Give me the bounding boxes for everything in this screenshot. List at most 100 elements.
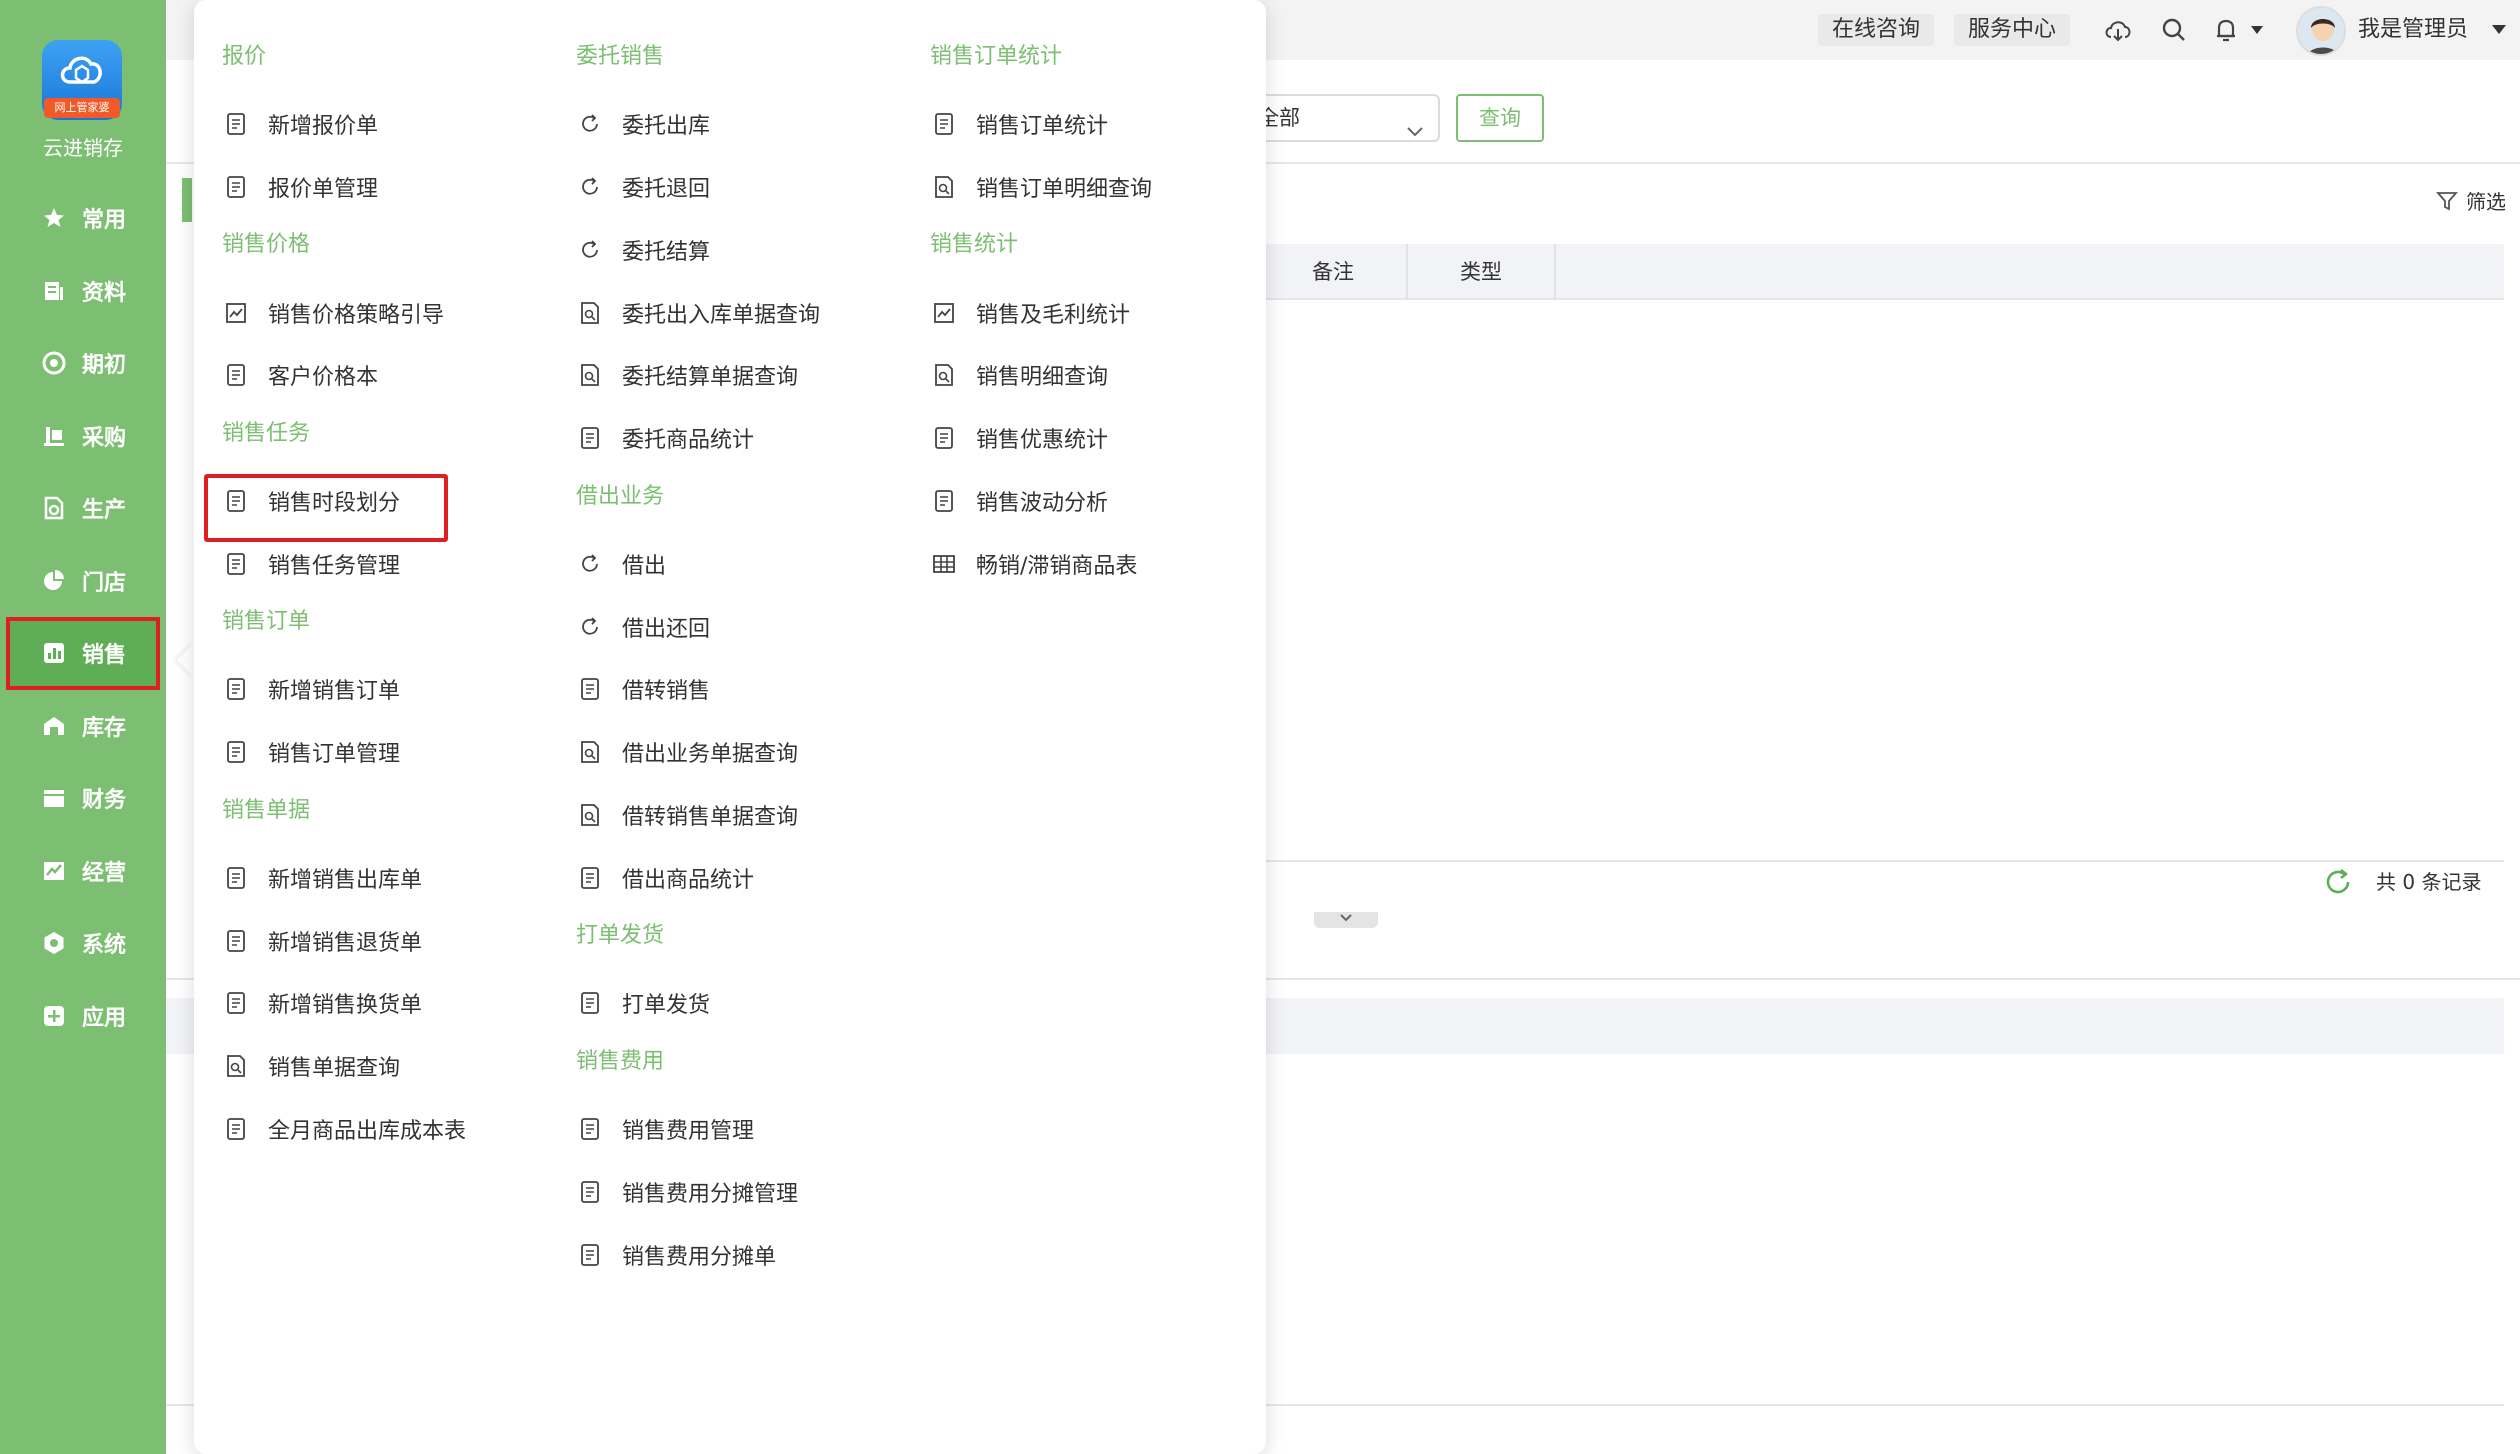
sidebar-item-采购[interactable]: 采购 [0, 400, 166, 473]
app-logo[interactable]: 网上管家婆 [42, 40, 122, 120]
menu-item-label: 借出还回 [622, 616, 711, 642]
menu-item[interactable]: 销售订单明细查询 [930, 156, 1270, 219]
menu-item[interactable]: 委托结算单据查询 [576, 344, 916, 407]
menu-item[interactable]: 借转销售 [576, 658, 916, 721]
menu-item[interactable]: 新增销售出库单 [222, 846, 562, 909]
filter-button[interactable]: 筛选 [2436, 186, 2506, 215]
service-center-link[interactable]: 服务中心 [1954, 14, 2071, 46]
status-select[interactable]: 全部 [1240, 94, 1440, 142]
menu-group-title: 打单发货 [576, 923, 665, 949]
menu-item[interactable]: 委托出入库单据查询 [576, 281, 916, 344]
search-document-icon [930, 361, 958, 389]
refresh-icon[interactable] [2322, 866, 2354, 902]
menu-item[interactable]: 委托退回 [576, 156, 916, 219]
menu-item-label: 打单发货 [622, 993, 711, 1019]
menu-item[interactable]: 销售及毛利统计 [930, 281, 1270, 344]
menu-item[interactable]: 借出还回 [576, 595, 916, 658]
sidebar-item-生产[interactable]: 生产 [0, 472, 166, 545]
menu-item[interactable]: 客户价格本 [222, 344, 562, 407]
menu-item[interactable]: 新增销售订单 [222, 658, 562, 721]
sidebar-item-label: 库存 [82, 715, 127, 741]
menu-item[interactable]: 销售波动分析 [930, 470, 1270, 533]
search-icon[interactable] [2158, 14, 2190, 46]
menu-item-label: 借转销售单据查询 [622, 804, 799, 830]
table-header: 备注 类型 [1260, 244, 2504, 300]
menu-item[interactable]: 销售优惠统计 [930, 407, 1270, 470]
document-icon [576, 864, 604, 892]
menu-item[interactable]: 借出业务单据查询 [576, 721, 916, 784]
menu-item[interactable]: 委托结算 [576, 218, 916, 281]
menu-item[interactable]: 销售费用管理 [576, 1098, 916, 1161]
sidebar-item-常用[interactable]: 常用 [0, 182, 166, 255]
menu-item[interactable]: 销售价格策略引导 [222, 281, 562, 344]
menu-item[interactable]: 委托出库 [576, 93, 916, 156]
bar-chart-icon [42, 641, 66, 665]
menu-item[interactable]: 销售费用分摊管理 [576, 1160, 916, 1223]
menu-item[interactable]: 销售任务管理 [222, 532, 562, 595]
query-button[interactable]: 查询 [1456, 94, 1544, 142]
sidebar-item-label: 生产 [82, 498, 127, 524]
user-caret-icon[interactable] [2492, 25, 2506, 34]
menu-item-label: 销售费用分摊管理 [622, 1181, 799, 1207]
menu-item[interactable]: 借转销售单据查询 [576, 784, 916, 847]
menu-item-label: 借出 [622, 553, 667, 579]
chart-icon [222, 299, 250, 327]
menu-item-label: 畅销/滞销商品表 [976, 553, 1138, 579]
menu-group-title: 委托销售 [576, 44, 665, 69]
menu-item-label: 委托退回 [622, 176, 711, 202]
sidebar-item-label: 财务 [82, 788, 127, 814]
menu-item-label: 委托结算单据查询 [622, 365, 799, 391]
menu-item[interactable]: 新增报价单 [222, 93, 562, 156]
sidebar-item-应用[interactable]: 应用 [0, 980, 166, 1053]
menu-item[interactable]: 借出 [576, 532, 916, 595]
chevron-down-icon [1406, 110, 1424, 154]
document-icon [576, 675, 604, 703]
sidebar-item-期初[interactable]: 期初 [0, 327, 166, 400]
avatar[interactable] [2296, 6, 2346, 56]
menu-item-label: 借出商品统计 [622, 867, 755, 893]
menu-item[interactable]: 畅销/滞销商品表 [930, 532, 1270, 595]
menu-item-label: 销售订单管理 [268, 742, 401, 768]
search-document-icon [930, 173, 958, 201]
sidebar-item-库存[interactable]: 库存 [0, 690, 166, 763]
app-name: 云进销存 [43, 136, 123, 160]
search-document-icon [576, 299, 604, 327]
document-icon [222, 361, 250, 389]
sidebar-item-销售[interactable]: 销售 [6, 617, 160, 690]
sidebar-item-系统[interactable]: 系统 [0, 907, 166, 980]
menu-item[interactable]: 借出商品统计 [576, 846, 916, 909]
menu-item[interactable]: 销售订单管理 [222, 721, 562, 784]
document-icon [930, 424, 958, 452]
sidebar-item-门店[interactable]: 门店 [0, 545, 166, 618]
menu-item[interactable]: 销售费用分摊单 [576, 1223, 916, 1286]
menu-item-label: 新增销售换货单 [268, 993, 423, 1019]
menu-item[interactable]: 销售时段划分 [204, 470, 562, 542]
bell-icon[interactable] [2210, 14, 2242, 46]
menu-item[interactable]: 销售订单统计 [930, 93, 1270, 156]
sidebar-item-财务[interactable]: 财务 [0, 762, 166, 835]
sidebar-item-经营[interactable]: 经营 [0, 835, 166, 908]
menu-item[interactable]: 委托商品统计 [576, 407, 916, 470]
menu-item[interactable]: 全月商品出库成本表 [222, 1098, 562, 1161]
cloud-download-icon[interactable] [2102, 14, 2134, 46]
menu-item-label: 销售价格策略引导 [268, 302, 445, 328]
menu-item[interactable]: 销售单据查询 [222, 1035, 562, 1098]
cycle-icon [576, 236, 604, 264]
chart-icon [930, 299, 958, 327]
menu-item[interactable]: 打单发货 [576, 972, 916, 1035]
menu-item[interactable]: 报价单管理 [222, 156, 562, 219]
online-consult-link[interactable]: 在线咨询 [1818, 14, 1935, 46]
menu-group-title: 销售单据 [222, 797, 311, 823]
sidebar-item-label: 期初 [82, 353, 127, 379]
column-header-remark[interactable]: 备注 [1260, 244, 1408, 300]
purchase-icon [42, 424, 66, 448]
collapse-toggle[interactable] [1314, 912, 1378, 928]
menu-item[interactable]: 销售明细查询 [930, 344, 1270, 407]
menu-item[interactable]: 新增销售退货单 [222, 909, 562, 972]
caret-down-icon[interactable] [2248, 14, 2266, 46]
username[interactable]: 我是管理员 [2358, 14, 2468, 46]
sidebar-item-资料[interactable]: 资料 [0, 255, 166, 328]
menu-item[interactable]: 新增销售换货单 [222, 972, 562, 1035]
menu-item-label: 委托商品统计 [622, 428, 755, 454]
column-header-type[interactable]: 类型 [1408, 244, 1556, 300]
